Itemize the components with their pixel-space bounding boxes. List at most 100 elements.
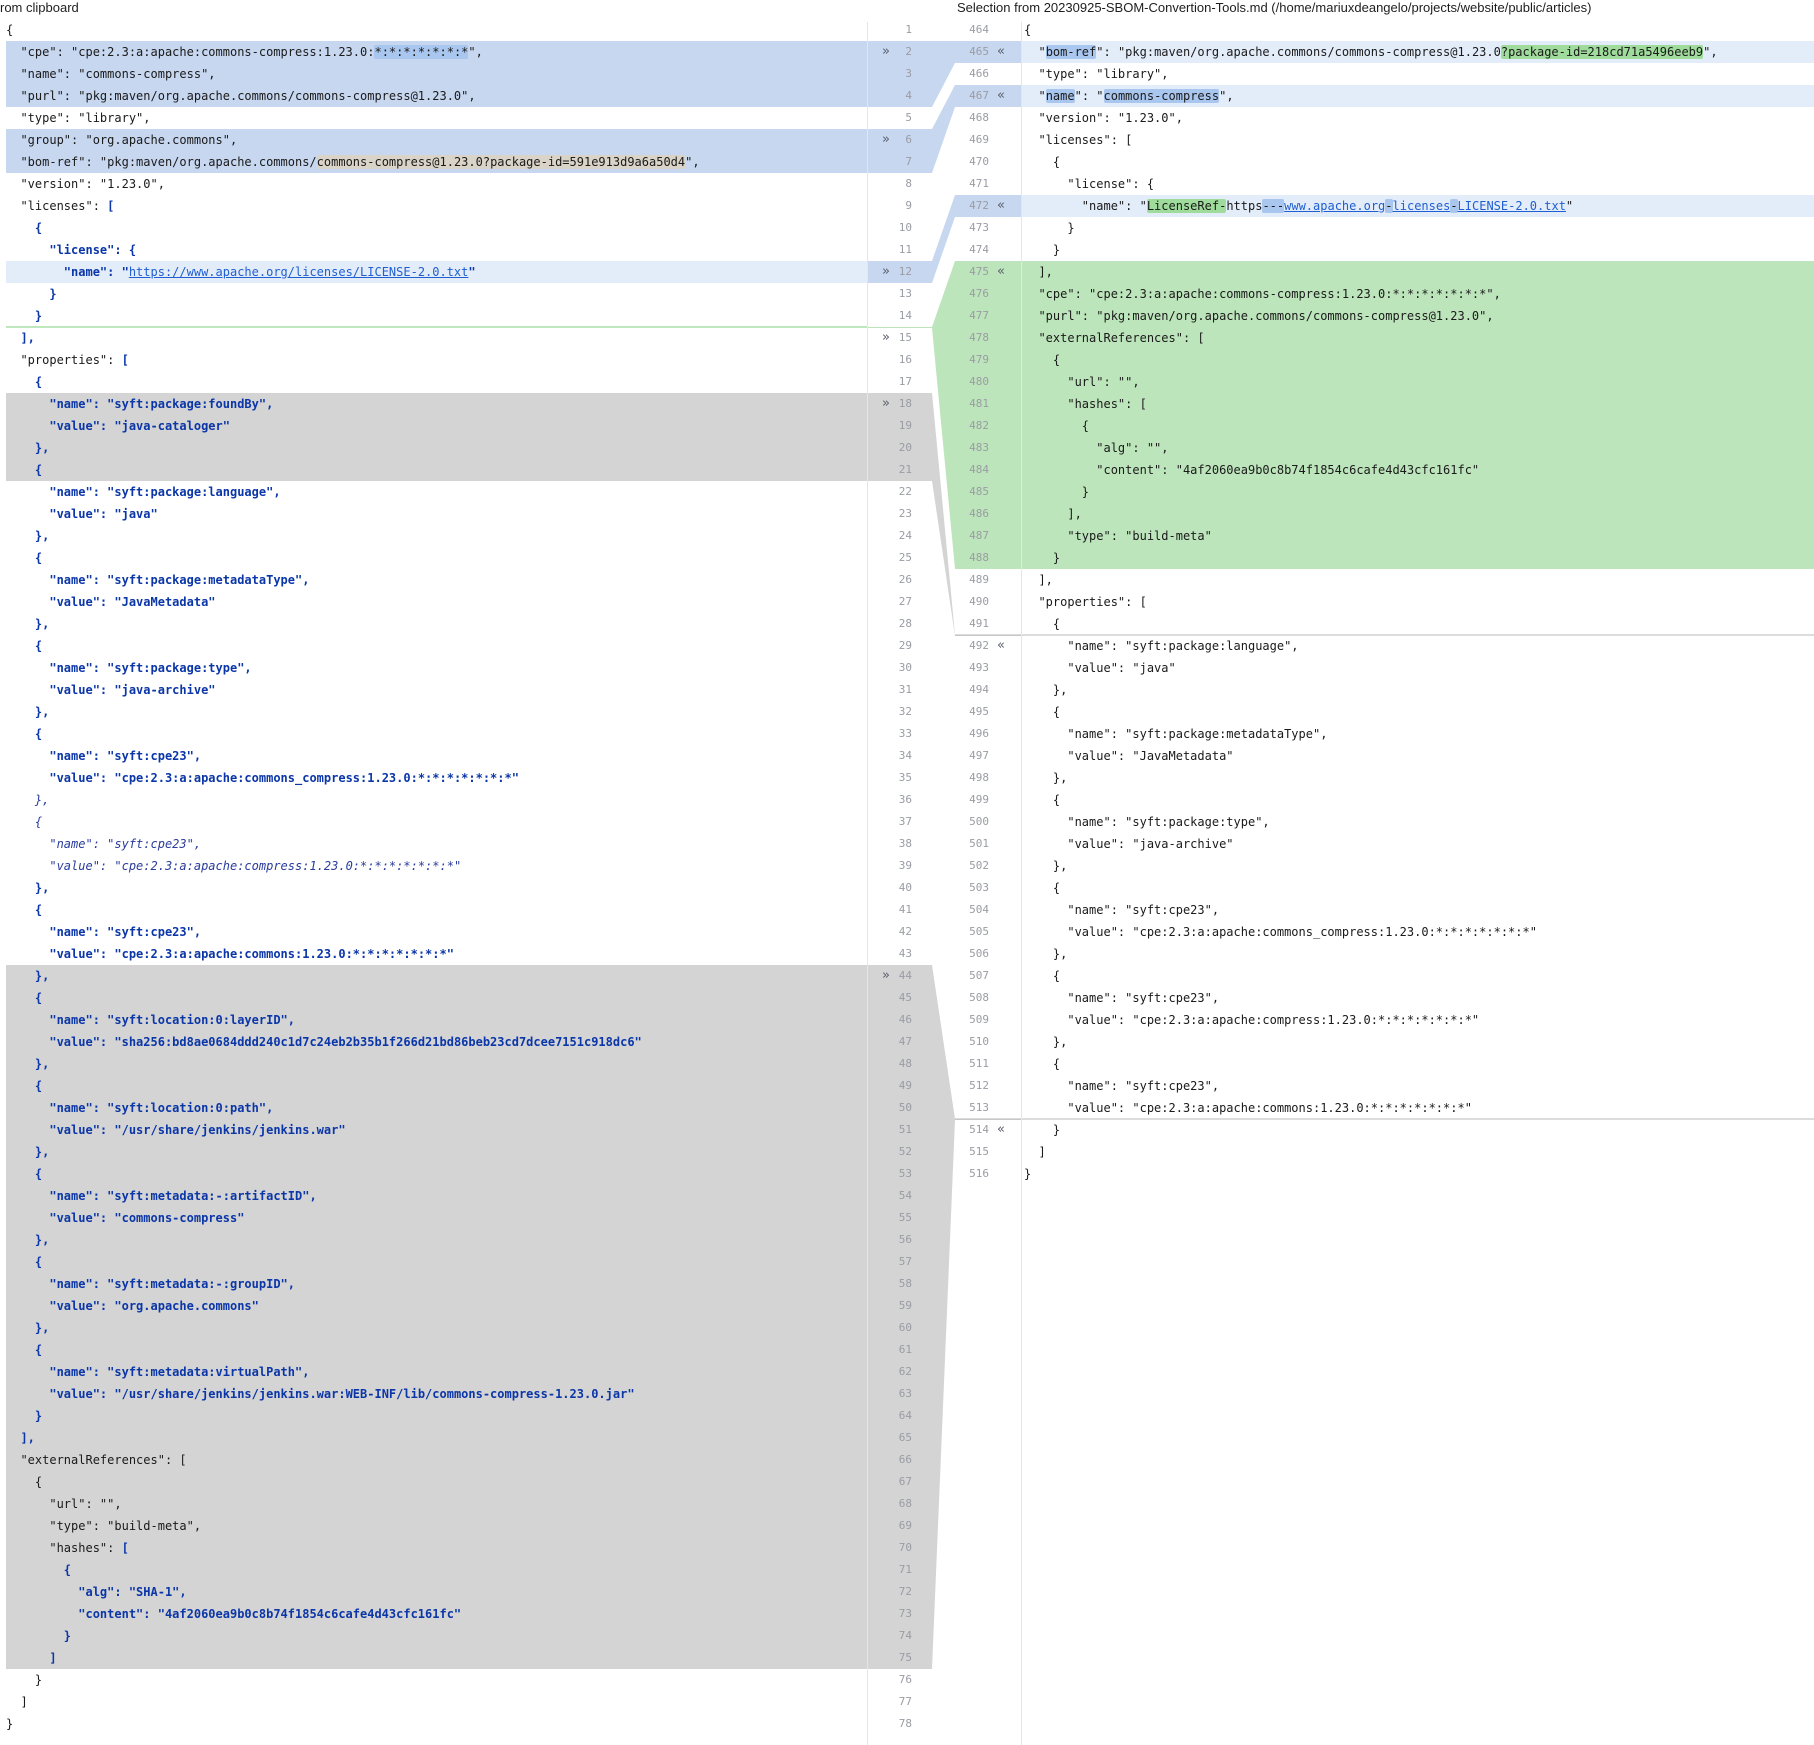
line-number: 488 <box>969 551 989 564</box>
url-link[interactable]: www.apache.org <box>1284 199 1385 213</box>
url-link[interactable]: https://www.apache.org/licenses/LICENSE-… <box>129 265 469 279</box>
right-code-line: "name": "syft:cpe23", <box>1024 899 1812 921</box>
right-code-line: "externalReferences": [ <box>1024 327 1812 349</box>
right-code-line: "purl": "pkg:maven/org.apache.commons/co… <box>1024 305 1812 327</box>
code-text-highlighted: { <box>34 1079 43 1093</box>
right-code-line: }, <box>1024 855 1812 877</box>
line-number: 506 <box>969 947 989 960</box>
line-number: 61 <box>898 1343 912 1356</box>
line-number: 501 <box>969 837 989 850</box>
left-code-line: { <box>6 635 866 657</box>
code-text: "value": "cpe:2.3:a:apache:compress:1.23… <box>1024 1013 1480 1027</box>
right-code-line: ], <box>1024 569 1812 591</box>
code-text-highlighted: "name": "syft:metadata:virtualPath", <box>49 1365 310 1379</box>
left-code-line: ] <box>6 1647 866 1669</box>
apply-right-change-icon[interactable]: « <box>994 41 1008 63</box>
left-code-line: ] <box>6 1691 866 1713</box>
apply-right-change-icon[interactable]: « <box>994 195 1008 217</box>
code-text: "licenses": <box>6 199 108 213</box>
apply-left-change-icon[interactable]: » <box>879 393 893 415</box>
code-text: "cpe": "cpe:2.3:a:apache:commons-compres… <box>6 45 375 59</box>
line-number: 69 <box>898 1519 912 1532</box>
right-code-line: "value": "cpe:2.3:a:apache:compress:1.23… <box>1024 1009 1812 1031</box>
code-text-highlighted: { <box>34 221 43 235</box>
line-number: 464 <box>969 23 989 36</box>
right-code-line: "name": "commons-compress", <box>1024 85 1812 107</box>
line-number: 65 <box>898 1431 912 1444</box>
right-code-line: { <box>1024 415 1812 437</box>
line-number: 4 <box>905 89 912 102</box>
line-number: 17 <box>898 375 912 388</box>
inline-change: --- <box>1262 199 1285 213</box>
gutter-separator <box>867 22 868 1745</box>
left-code-line: "value": "org.apache.commons" <box>6 1295 866 1317</box>
right-code-line: "properties": [ <box>1024 591 1812 613</box>
right-code-line: } <box>1024 481 1812 503</box>
line-number: 19 <box>898 419 912 432</box>
code-text-highlighted: "name": "syft:package:type", <box>49 661 252 675</box>
code-text: " <box>1024 89 1046 103</box>
apply-right-change-icon[interactable]: « <box>994 261 1008 283</box>
apply-right-change-icon[interactable]: « <box>994 85 1008 107</box>
left-code-line: { <box>6 459 866 481</box>
line-number: 481 <box>969 397 989 410</box>
code-text-highlighted: } <box>34 1409 43 1423</box>
left-code-line: "name": "syft:metadata:-:artifactID", <box>6 1185 866 1207</box>
code-text: "externalReferences": [ <box>6 1453 187 1467</box>
code-text-highlighted: }, <box>34 1321 50 1335</box>
line-number: 40 <box>898 881 912 894</box>
apply-right-change-icon[interactable]: « <box>994 1119 1008 1141</box>
line-number: 13 <box>898 287 912 300</box>
line-number: 9 <box>905 199 912 212</box>
right-code-line: "name": "LicenseRef-https---www.apache.o… <box>1024 195 1812 217</box>
left-code-line: "version": "1.23.0", <box>6 173 866 195</box>
line-number: 77 <box>898 1695 912 1708</box>
apply-left-change-icon[interactable]: » <box>879 965 893 987</box>
url-link[interactable]: licenses <box>1393 199 1451 213</box>
left-code-line: "properties": [ <box>6 349 866 371</box>
line-number: 512 <box>969 1079 989 1092</box>
left-code-line: } <box>6 1405 866 1427</box>
apply-left-change-icon[interactable]: » <box>879 129 893 151</box>
line-number: 28 <box>898 617 912 630</box>
left-code-line: { <box>6 1559 866 1581</box>
code-text: } <box>6 1717 14 1731</box>
line-number: 20 <box>898 441 912 454</box>
line-number: 516 <box>969 1167 989 1180</box>
line-number: 493 <box>969 661 989 674</box>
line-number: 479 <box>969 353 989 366</box>
line-number: 480 <box>969 375 989 388</box>
code-text-highlighted: { <box>34 639 43 653</box>
code-text-highlighted: "value": "cpe:2.3:a:apache:commons:1.23.… <box>49 947 454 961</box>
code-text: "name": "syft:package:type", <box>1024 815 1270 829</box>
code-text-highlighted: "value": "java" <box>49 507 158 521</box>
line-number: 35 <box>898 771 912 784</box>
line-number: 24 <box>898 529 912 542</box>
code-text: { <box>1024 793 1061 807</box>
url-link[interactable]: LICENSE-2.0.txt <box>1458 199 1566 213</box>
line-number: 70 <box>898 1541 912 1554</box>
apply-right-change-icon[interactable]: « <box>994 635 1008 657</box>
code-text-highlighted: }, <box>34 881 50 895</box>
apply-left-change-icon[interactable]: » <box>879 261 893 283</box>
code-text-highlighted: "name": "syft:cpe23", <box>49 749 202 763</box>
code-text: "properties": <box>6 353 122 367</box>
apply-left-change-icon[interactable]: » <box>879 41 893 63</box>
line-number: 45 <box>898 991 912 1004</box>
line-number: 54 <box>898 1189 912 1202</box>
code-text: }, <box>1024 859 1068 873</box>
right-code-line: } <box>1024 1163 1812 1185</box>
apply-left-change-icon[interactable]: » <box>879 327 893 349</box>
line-number: 505 <box>969 925 989 938</box>
line-number: 8 <box>905 177 912 190</box>
line-number: 50 <box>898 1101 912 1114</box>
